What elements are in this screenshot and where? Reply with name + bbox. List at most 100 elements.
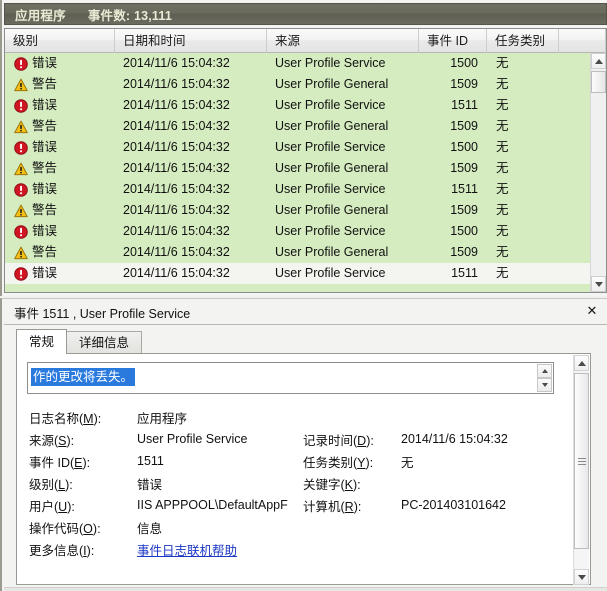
detail-header: 事件 1511 , User Profile Service	[4, 301, 607, 325]
row-level-text: 错误	[32, 266, 58, 280]
detail-scrollbar[interactable]	[573, 355, 589, 585]
row-event-id: 1500	[450, 140, 478, 154]
row-date: 2014/11/6 15:04:32	[123, 224, 230, 238]
row-level-text: 错误	[32, 140, 58, 154]
table-row[interactable]: 警告 2014/11/6 15:04:32 User Profile General…	[5, 242, 590, 263]
row-level: 警告	[5, 158, 115, 179]
event-count: 事件数: 13,111	[87, 8, 173, 23]
table-row[interactable]: 错误 2014/11/6 15:04:32 User Profile Service…	[5, 263, 590, 284]
row-task-category: 无	[496, 266, 509, 280]
row-level: 错误	[5, 137, 115, 158]
chevron-down-icon	[594, 281, 603, 287]
table-row[interactable]: 错误 2014/11/6 15:04:32 User Profile Service…	[5, 95, 590, 116]
error-icon	[14, 56, 28, 71]
row-source: User Profile Service	[275, 266, 386, 280]
table-row[interactable]: 警告 2014/11/6 15:04:32 User Profile General…	[5, 74, 590, 95]
row-source: User Profile General	[275, 203, 389, 217]
row-level: 错误	[5, 263, 115, 284]
column-header-level[interactable]: 级别	[5, 29, 115, 53]
row-date: 2014/11/6 15:04:32	[123, 182, 230, 196]
pane-divider	[4, 587, 607, 591]
level-value: 错误	[137, 477, 163, 492]
error-icon	[14, 182, 28, 197]
detail-tabs: 常规 详细信息	[16, 329, 143, 354]
event-list: 级别 日期和时间 来源 事件 ID 任务类别 错误 2014/11/6 15:04…	[4, 28, 607, 293]
row-event-id: 1511	[451, 182, 478, 196]
close-icon[interactable]: ✕	[583, 302, 601, 320]
row-source: User Profile Service	[275, 98, 386, 112]
event-detail-pane: 事件 1511 , User Profile Service ✕ 常规 详细信息…	[0, 298, 607, 591]
table-row[interactable]: 错误 2014/11/6 15:04:32 User Profile Service…	[5, 179, 590, 200]
row-level-text: 警告	[32, 245, 58, 259]
scroll-down-button[interactable]	[591, 276, 606, 292]
event-log-pane: 应用程序 事件数: 13,111 级别 日期和时间 来源 事件 ID 任务类别 …	[0, 0, 607, 296]
keywords-label: 关键字(K):	[303, 477, 361, 492]
field-row-source: 来源(S): User Profile Service 记录时间(D): 201…	[29, 428, 559, 450]
field-row-level: 级别(L): 错误 关键字(K):	[29, 472, 559, 494]
row-level-text: 警告	[32, 161, 58, 175]
row-source: User Profile Service	[275, 224, 386, 238]
table-row[interactable]: 警告 2014/11/6 15:04:32 User Profile General…	[5, 116, 590, 137]
row-level: 警告	[5, 242, 115, 263]
field-row-more-info: 更多信息(I): 事件日志联机帮助	[29, 538, 559, 560]
event-list-scrollbar[interactable]	[590, 53, 606, 292]
event-id-value: 1511	[137, 454, 164, 468]
more-info-value: 事件日志联机帮助	[137, 540, 437, 559]
row-task-category: 无	[496, 161, 509, 175]
description-textbox[interactable]: 作的更改将丢失。	[27, 362, 554, 394]
tab-general[interactable]: 常规	[16, 329, 68, 354]
log-name: 应用程序	[15, 8, 66, 23]
row-level-text: 错误	[32, 182, 58, 196]
warning-icon	[14, 78, 28, 92]
opcode-label: 操作代码(O):	[29, 521, 101, 536]
table-row[interactable]: 警告 2014/11/6 15:04:32 User Profile General…	[5, 158, 590, 179]
table-row[interactable]: 错误 2014/11/6 15:04:32 User Profile Service…	[5, 53, 590, 74]
column-header-event-id[interactable]: 事件 ID	[419, 29, 487, 53]
scrollbar-thumb[interactable]	[591, 71, 606, 93]
logged-label: 记录时间(D):	[303, 433, 374, 448]
row-source: User Profile General	[275, 161, 389, 175]
row-date: 2014/11/6 15:04:32	[123, 119, 230, 133]
user-value: IIS APPPOOL\DefaultAppF	[137, 498, 288, 512]
row-source: User Profile General	[275, 245, 389, 259]
scroll-up-button[interactable]	[591, 53, 606, 69]
row-event-id: 1509	[450, 119, 478, 133]
row-event-id: 1509	[450, 77, 478, 91]
row-event-id: 1509	[450, 161, 478, 175]
level-label: 级别(L):	[29, 477, 73, 492]
row-level: 错误	[5, 53, 115, 74]
field-row-event-id: 事件 ID(E): 1511 任务类别(Y): 无	[29, 450, 559, 472]
event-log-help-link[interactable]: 事件日志联机帮助	[137, 544, 237, 558]
row-level-text: 警告	[32, 119, 58, 133]
grip-icon	[577, 456, 586, 467]
row-task-category: 无	[496, 245, 509, 259]
logged-value: 2014/11/6 15:04:32	[401, 432, 508, 446]
detail-scroll-up-button[interactable]	[574, 355, 589, 371]
event-viewer-window: 应用程序 事件数: 13,111 级别 日期和时间 来源 事件 ID 任务类别 …	[0, 0, 607, 591]
log-name-value: 应用程序	[137, 411, 188, 426]
detail-scrollbar-thumb[interactable]	[574, 373, 589, 549]
warning-icon	[14, 204, 28, 218]
column-header-source[interactable]: 来源	[267, 29, 419, 53]
row-date: 2014/11/6 15:04:32	[123, 161, 230, 175]
chevron-down-icon	[577, 574, 586, 580]
description-spinner[interactable]	[537, 364, 552, 392]
user-label: 用户(U):	[29, 499, 75, 514]
tab-details[interactable]: 详细信息	[66, 331, 143, 354]
description-scroll-up-button[interactable]	[537, 364, 552, 378]
column-header-date[interactable]: 日期和时间	[115, 29, 267, 53]
row-level: 警告	[5, 116, 115, 137]
task-category-value: 无	[401, 455, 414, 470]
error-icon	[14, 140, 28, 155]
table-row[interactable]: 错误 2014/11/6 15:04:32 User Profile Service…	[5, 221, 590, 242]
description-scroll-down-button[interactable]	[537, 378, 552, 392]
row-event-id: 1509	[450, 245, 478, 259]
log-title-bar: 应用程序 事件数: 13,111	[4, 3, 607, 25]
table-row[interactable]: 警告 2014/11/6 15:04:32 User Profile General…	[5, 200, 590, 221]
column-header-task-category[interactable]: 任务类别	[487, 29, 559, 53]
detail-scroll-down-button[interactable]	[574, 569, 589, 585]
table-row[interactable]: 错误 2014/11/6 15:04:32 User Profile Service…	[5, 137, 590, 158]
warning-icon	[14, 120, 28, 134]
source-label: 来源(S):	[29, 433, 75, 448]
error-icon	[14, 98, 28, 113]
